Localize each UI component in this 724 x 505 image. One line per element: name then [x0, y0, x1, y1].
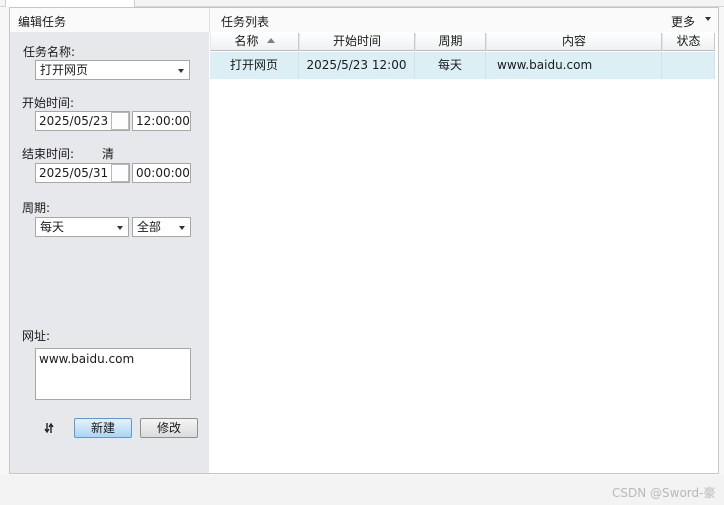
column-header-start-time-label: 开始时间: [332, 34, 381, 48]
top-tab[interactable]: [5, 0, 135, 7]
cell-name: 打开网页: [210, 52, 299, 79]
watermark: CSDN @Sword-豪: [612, 486, 716, 500]
column-header-content-label: 内容: [561, 34, 586, 48]
chevron-down-icon[interactable]: [705, 17, 711, 21]
new-task-button[interactable]: 新建: [74, 418, 132, 438]
task-list-title: 任务列表: [221, 15, 270, 29]
task-list-header: 任务列表 更多: [209, 8, 718, 32]
start-time-value: 12:00:00: [136, 114, 190, 128]
url-label: 网址:: [22, 329, 51, 343]
calendar-icon[interactable]: [111, 112, 129, 130]
end-date-value: 2025/05/31: [39, 166, 109, 180]
chevron-down-icon: [117, 226, 123, 230]
period-value: 每天: [40, 220, 65, 234]
more-menu-button[interactable]: 更多: [671, 13, 695, 30]
end-time-input[interactable]: 00:00:00: [132, 163, 191, 183]
start-time-input[interactable]: 12:00:00: [132, 111, 191, 131]
cell-period: 每天: [415, 52, 486, 79]
column-header-status[interactable]: 状态: [662, 33, 715, 51]
task-name-select[interactable]: 打开网页: [35, 60, 190, 80]
refresh-icon[interactable]: [43, 421, 55, 435]
column-header-start-time[interactable]: 开始时间: [299, 33, 415, 51]
edit-task-title: 编辑任务: [18, 15, 67, 29]
start-date-value: 2025/05/23: [39, 114, 109, 128]
column-header-name[interactable]: 名称: [210, 33, 299, 51]
edit-task-header: 编辑任务: [10, 8, 209, 32]
cell-content: www.baidu.com: [486, 52, 662, 79]
cell-start-time: 2025/5/23 12:00: [299, 52, 415, 79]
end-time-value: 00:00:00: [136, 166, 190, 180]
chevron-down-icon: [179, 226, 185, 230]
period-scope-value: 全部: [137, 220, 162, 234]
period-scope-select[interactable]: 全部: [132, 217, 191, 237]
column-header-name-label: 名称: [234, 34, 259, 48]
url-textarea[interactable]: www.baidu.com: [35, 348, 191, 400]
task-name-label: 任务名称:: [23, 45, 76, 59]
edit-task-button-label: 修改: [156, 421, 181, 435]
task-name-value: 打开网页: [40, 63, 89, 77]
cell-status: [662, 52, 715, 79]
clear-end-time-button[interactable]: 清: [102, 145, 114, 162]
url-value: www.baidu.com: [39, 352, 135, 366]
period-select[interactable]: 每天: [35, 217, 129, 237]
sort-ascending-icon: [266, 38, 275, 43]
column-header-content[interactable]: 内容: [486, 33, 662, 51]
new-task-button-label: 新建: [90, 421, 115, 435]
period-label: 周期:: [22, 201, 51, 215]
edit-task-button[interactable]: 修改: [140, 418, 198, 438]
start-time-label: 开始时间:: [22, 96, 75, 110]
calendar-icon[interactable]: [111, 164, 129, 182]
end-time-label: 结束时间:: [22, 147, 75, 161]
task-list-grid: [209, 32, 718, 473]
column-header-period[interactable]: 周期: [415, 33, 486, 51]
column-header-period-label: 周期: [438, 34, 463, 48]
chevron-down-icon: [178, 69, 184, 73]
column-header-status-label: 状态: [676, 34, 701, 48]
